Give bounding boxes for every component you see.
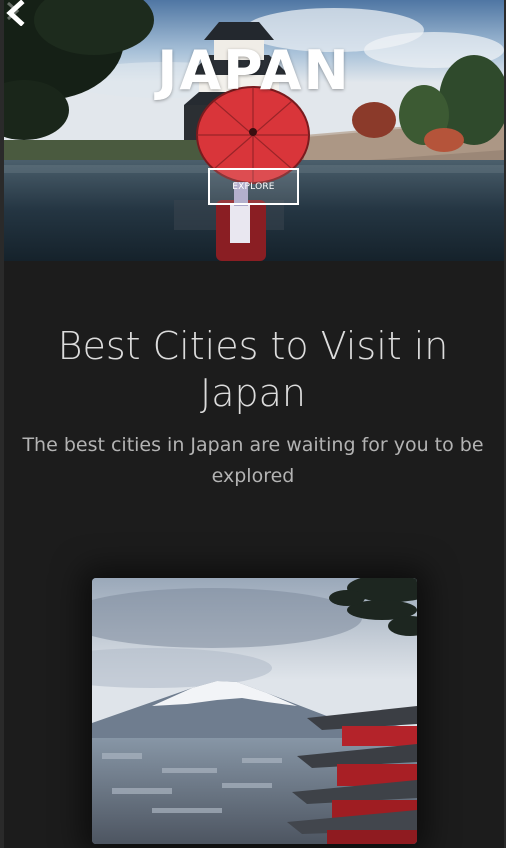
hero-carousel: JAPAN EXPLORE: [4, 0, 504, 261]
explore-button[interactable]: EXPLORE: [208, 168, 299, 205]
chevron-right-icon[interactable]: [4, 0, 22, 22]
hero-title: JAPAN: [157, 39, 351, 102]
city-photo-card[interactable]: [92, 578, 417, 844]
mount-fuji-pagoda-image: [92, 578, 417, 844]
section-headline: Best Cities to Visit in Japan: [57, 324, 449, 415]
section-subheading: The best cities in Japan are waiting for…: [22, 434, 484, 487]
page: JAPAN EXPLORE Best Cities to Visit in Ja…: [0, 0, 506, 848]
